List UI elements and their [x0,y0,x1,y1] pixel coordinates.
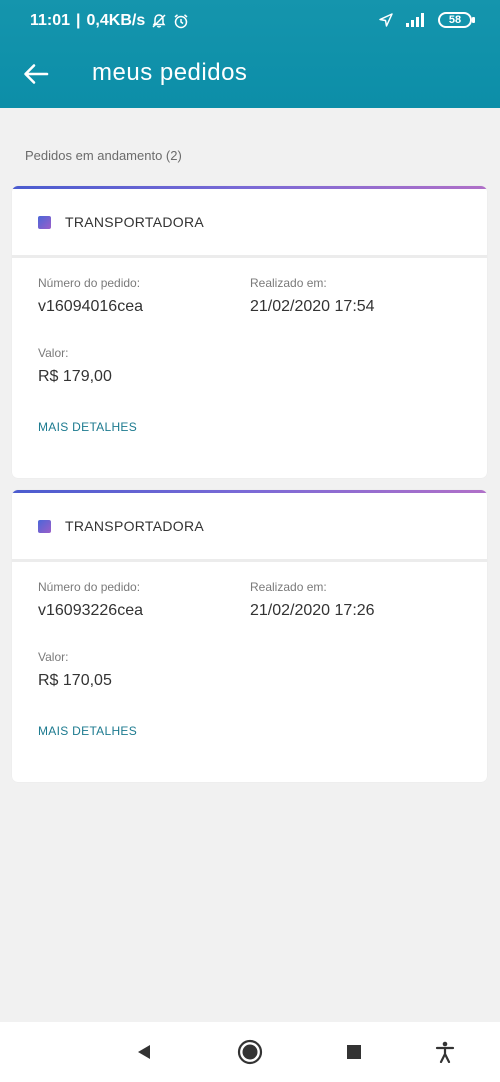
system-nav-bar [0,1022,500,1082]
order-number-label: Número do pedido: [38,580,141,594]
carrier-color-icon [38,519,51,533]
order-value: R$ 179,00 [38,368,112,385]
app-bar: meus pedidos [0,44,500,108]
order-number: v16093226cea [38,602,143,619]
signal-icon [406,13,424,27]
card-body: Número do pedido: v16093226cea Realizado… [12,562,487,782]
home-circle-icon [237,1039,263,1065]
alarm-icon [174,14,188,29]
nav-recents-button[interactable] [338,1036,370,1068]
order-value-label: Valor: [38,650,69,664]
status-speed: 0,4KB/s [86,12,146,29]
more-details-link[interactable]: MAIS DETALHES [38,420,137,434]
status-left: 11:01 | 0,4KB/s [30,12,189,30]
order-date-label: Realizado em: [250,580,327,594]
order-number: v16094016cea [38,298,143,315]
card-header: TRANSPORTADORA [12,493,487,562]
back-button[interactable] [18,56,54,92]
order-value-label: Valor: [38,346,69,360]
carrier-name: TRANSPORTADORA [65,214,205,230]
order-date-label: Realizado em: [250,276,327,290]
status-bar: 11:01 | 0,4KB/s 58 [0,0,500,44]
back-triangle-icon [138,1045,150,1059]
arrow-left-icon [24,64,49,84]
order-date: 21/02/2020 17:26 [250,602,375,619]
nav-back-button[interactable] [128,1036,160,1068]
accessibility-icon [435,1041,455,1063]
order-number-label: Número do pedido: [38,276,141,290]
order-value: R$ 170,05 [38,672,112,689]
battery-level: 58 [448,14,462,26]
nav-home-button[interactable] [234,1036,266,1068]
battery-icon: 58 [438,12,475,28]
recents-square-icon [347,1045,361,1059]
card-body: Número do pedido: v16094016cea Realizado… [12,258,487,478]
carrier-name: TRANSPORTADORA [65,518,205,534]
bell-off-icon [152,14,166,28]
status-separator: | [76,12,81,29]
order-card: TRANSPORTADORA Número do pedido: v160932… [12,490,487,782]
carrier-color-icon [38,215,51,229]
order-date: 21/02/2020 17:54 [250,298,375,315]
status-time: 11:01 [30,12,71,29]
nav-accessibility-button[interactable] [429,1036,461,1068]
order-card: TRANSPORTADORA Número do pedido: v160940… [12,186,487,478]
page-title: meus pedidos [92,59,248,86]
status-right: 58 [378,12,475,28]
more-details-link[interactable]: MAIS DETALHES [38,724,137,738]
location-icon [379,13,393,27]
section-title: Pedidos em andamento (2) [25,148,182,163]
card-header: TRANSPORTADORA [12,189,487,258]
header: 11:01 | 0,4KB/s 58 meus pedidos [0,0,500,108]
